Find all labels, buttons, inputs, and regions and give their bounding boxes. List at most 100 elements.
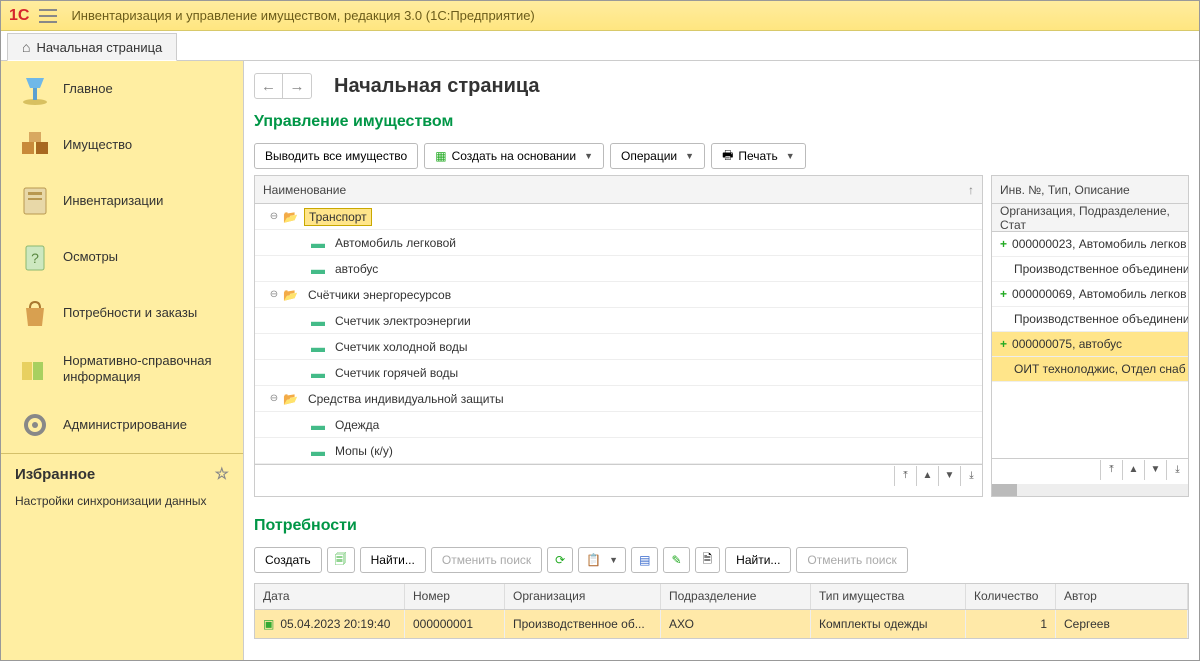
create-button[interactable]: Создать: [254, 547, 322, 573]
create-based-button[interactable]: ▦ Создать на основании▼: [424, 143, 604, 169]
folder-icon: 📂: [283, 392, 298, 406]
favorites-title: Избранное: [15, 466, 95, 483]
folder-icon: 📂: [283, 288, 298, 302]
details-row-line1[interactable]: +000000075, автобус: [992, 332, 1188, 357]
tree-toggle[interactable]: ⊖: [265, 289, 283, 300]
scroll-up-button[interactable]: ▲: [1122, 460, 1144, 480]
scroll-down-button[interactable]: ▼: [938, 466, 960, 486]
item-icon: ▬: [311, 417, 325, 433]
sidebar: Главное Имущество Инвентаризации ? Осмот…: [1, 61, 244, 660]
folders-icon: [15, 349, 55, 389]
show-all-button[interactable]: Выводить все имущество: [254, 143, 418, 169]
details-row-line1[interactable]: +000000023, Автомобиль легков: [992, 232, 1188, 257]
menu-icon[interactable]: [39, 9, 57, 23]
sidebar-item-reference[interactable]: Нормативно-справочная информация: [1, 341, 243, 397]
tree-label: Счётчики энергоресурсов: [304, 287, 455, 303]
back-button[interactable]: ←: [255, 74, 283, 98]
find-button-2[interactable]: Найти...: [725, 547, 791, 573]
list-icon: 📋: [586, 553, 601, 567]
refresh-button[interactable]: ⟳: [547, 547, 573, 573]
scroll-bottom-button[interactable]: ⤓: [960, 466, 982, 486]
lamp-icon: [15, 69, 55, 109]
col-date[interactable]: Дата: [255, 584, 405, 609]
col-author[interactable]: Автор: [1056, 584, 1188, 609]
doc-icon: ▣: [263, 617, 274, 631]
bag-icon: [15, 293, 55, 333]
scroll-down-button[interactable]: ▼: [1144, 460, 1166, 480]
horizontal-scrollbar[interactable]: [992, 484, 1188, 496]
tree-toggle[interactable]: ⊖: [265, 211, 283, 222]
col-dept[interactable]: Подразделение: [661, 584, 811, 609]
delete-button[interactable]: 🗎: [695, 547, 721, 573]
tree-item-row[interactable]: ▬Мопы (к/у): [255, 438, 982, 464]
cancel-search-button-2[interactable]: Отменить поиск: [796, 547, 907, 573]
sidebar-item-inspections[interactable]: ? Осмотры: [1, 229, 243, 285]
sidebar-item-inventory[interactable]: Инвентаризации: [1, 173, 243, 229]
sidebar-item-main[interactable]: Главное: [1, 61, 243, 117]
details-row-line2[interactable]: ОИТ технолоджис, Отдел снаб: [992, 357, 1188, 382]
favorites-item[interactable]: Настройки синхронизации данных: [15, 494, 229, 508]
tree-label: Автомобиль легковой: [331, 235, 460, 251]
edit-button[interactable]: ✎: [663, 547, 689, 573]
scroll-top-button[interactable]: ⤒: [1100, 460, 1122, 480]
rows-button[interactable]: ▤: [631, 547, 658, 573]
star-icon[interactable]: ☆: [215, 464, 229, 484]
list-settings-button[interactable]: 📋▼: [578, 547, 626, 573]
tree-label: Счетчик электроэнергии: [331, 313, 475, 329]
details-row-line2[interactable]: Производственное объединени: [992, 307, 1188, 332]
app-logo: 1C: [9, 7, 29, 25]
scroll-up-button[interactable]: ▲: [916, 466, 938, 486]
tree-label: Средства индивидуальной защиты: [304, 391, 508, 407]
details-row-line1[interactable]: +000000069, Автомобиль легков: [992, 282, 1188, 307]
tree-folder-row[interactable]: ⊖📂 Средства индивидуальной защиты: [255, 386, 982, 412]
tree-folder-row[interactable]: ⊖📂 Счётчики энергоресурсов: [255, 282, 982, 308]
nav-history: ← →: [254, 73, 312, 99]
details-row-line2[interactable]: Производственное объединени: [992, 257, 1188, 282]
sidebar-item-label: Осмотры: [63, 249, 229, 265]
sidebar-item-assets[interactable]: Имущество: [1, 117, 243, 173]
tree-item-row[interactable]: ▬ Автомобиль легковой: [255, 230, 982, 256]
needs-table-row[interactable]: ▣05.04.2023 20:19:40 000000001 Производс…: [255, 610, 1188, 638]
tab-label: Начальная страница: [36, 40, 162, 55]
col-num[interactable]: Номер: [405, 584, 505, 609]
sort-icon[interactable]: ↑: [968, 183, 974, 197]
favorites-section: Избранное ☆ Настройки синхронизации данн…: [1, 453, 243, 518]
tree-item-row[interactable]: ▬Счетчик электроэнергии: [255, 308, 982, 334]
details-footer: ⤒ ▲ ▼ ⤓: [992, 458, 1188, 480]
pencil-icon: ✎: [671, 553, 681, 567]
forward-button[interactable]: →: [283, 74, 311, 98]
tree-toggle[interactable]: ⊖: [265, 393, 283, 404]
item-icon: ▬: [311, 443, 325, 459]
titlebar: 1C Инвентаризация и управление имущество…: [1, 1, 1199, 31]
plus-icon: +: [1000, 237, 1007, 251]
print-button[interactable]: 🖶 Печать▼: [711, 143, 806, 169]
col-type[interactable]: Тип имущества: [811, 584, 966, 609]
details-header-1[interactable]: Инв. №, Тип, Описание: [992, 176, 1188, 204]
tabbar: ⌂ Начальная страница: [1, 31, 1199, 61]
clipboard-question-icon: ?: [15, 237, 55, 277]
print-icon: 🖶: [722, 146, 733, 167]
tab-home[interactable]: ⌂ Начальная страница: [7, 33, 177, 61]
sidebar-item-label: Нормативно-справочная информация: [63, 353, 229, 386]
scroll-bottom-button[interactable]: ⤓: [1166, 460, 1188, 480]
copy-button[interactable]: 🗐: [327, 547, 355, 573]
sidebar-item-admin[interactable]: Администрирование: [1, 397, 243, 453]
find-button[interactable]: Найти...: [360, 547, 426, 573]
tree-folder-row[interactable]: ⊖📂Транспорт: [255, 204, 982, 230]
tree-item-row[interactable]: ▬Счетчик холодной воды: [255, 334, 982, 360]
operations-button[interactable]: Операции▼: [610, 143, 705, 169]
item-icon: ▬: [311, 339, 325, 355]
tree-item-row[interactable]: ▬Одежда: [255, 412, 982, 438]
cancel-search-button[interactable]: Отменить поиск: [431, 547, 542, 573]
tree-item-row[interactable]: ▬автобус: [255, 256, 982, 282]
col-org[interactable]: Организация: [505, 584, 661, 609]
item-icon: ▬: [311, 235, 325, 251]
tree-item-row[interactable]: ▬Счетчик горячей воды: [255, 360, 982, 386]
sidebar-item-label: Имущество: [63, 137, 229, 153]
scroll-top-button[interactable]: ⤒: [894, 466, 916, 486]
tree-pane: Наименование ↑ ⊖📂Транспорт ▬ Автомобиль ле…: [254, 175, 983, 497]
sidebar-item-needs[interactable]: Потребности и заказы: [1, 285, 243, 341]
tree-header[interactable]: Наименование ↑: [255, 176, 982, 204]
details-header-2[interactable]: Организация, Подразделение, Стат: [992, 204, 1188, 232]
col-qty[interactable]: Количество: [966, 584, 1056, 609]
